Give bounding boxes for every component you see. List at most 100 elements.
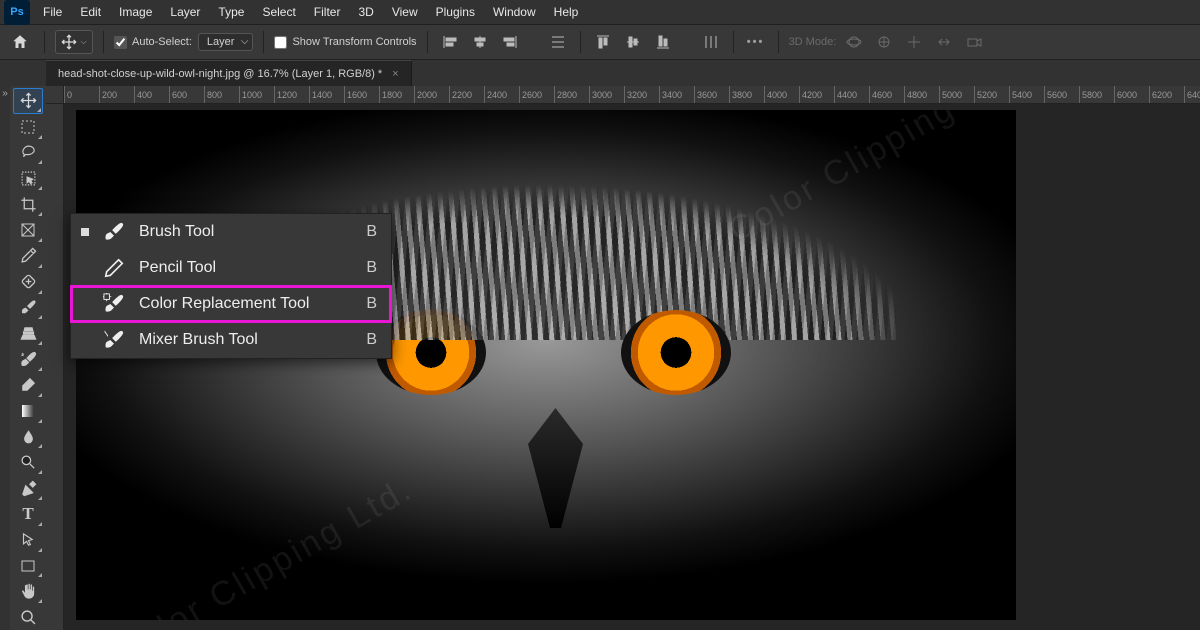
3d-pan-icon[interactable] bbox=[902, 31, 926, 53]
ruler-tick: 3600 bbox=[694, 86, 729, 103]
3d-roll-icon[interactable] bbox=[872, 31, 896, 53]
ruler-tick: 2400 bbox=[484, 86, 519, 103]
flyout-color-replacement-tool[interactable]: Color Replacement Tool B bbox=[71, 286, 391, 322]
marquee-tool[interactable] bbox=[13, 114, 43, 140]
show-transform-checkbox[interactable]: Show Transform Controls bbox=[274, 36, 416, 49]
history-brush-tool[interactable] bbox=[13, 346, 43, 372]
brush-tool[interactable] bbox=[13, 295, 43, 321]
3d-slide-icon[interactable] bbox=[932, 31, 956, 53]
flyout-item-shortcut: B bbox=[366, 331, 377, 349]
tool-preset-button[interactable]: ⌵ bbox=[55, 30, 93, 54]
ruler-tick: 4200 bbox=[799, 86, 834, 103]
ruler-tick: 3200 bbox=[624, 86, 659, 103]
brush-icon bbox=[101, 221, 127, 243]
menu-help[interactable]: Help bbox=[545, 0, 588, 25]
ruler-tick: 400 bbox=[134, 86, 169, 103]
clone-stamp-tool[interactable] bbox=[13, 320, 43, 346]
blur-tool[interactable] bbox=[13, 424, 43, 450]
current-tool-indicator bbox=[81, 264, 89, 272]
spot-healing-tool[interactable] bbox=[13, 269, 43, 295]
document-tab-title: head-shot-close-up-wild-owl-night.jpg @ … bbox=[58, 68, 382, 80]
show-transform-label: Show Transform Controls bbox=[292, 36, 416, 48]
menu-select[interactable]: Select bbox=[253, 0, 304, 25]
ruler-tick: 2000 bbox=[414, 86, 449, 103]
tools-panel: T bbox=[10, 86, 46, 630]
divider bbox=[103, 31, 104, 53]
crop-tool[interactable] bbox=[13, 191, 43, 217]
ruler-tick: 5400 bbox=[1009, 86, 1044, 103]
document-tab[interactable]: head-shot-close-up-wild-owl-night.jpg @ … bbox=[46, 60, 412, 86]
move-tool[interactable] bbox=[13, 88, 43, 114]
align-vcenter-icon[interactable] bbox=[621, 31, 645, 53]
distribute-icon[interactable] bbox=[546, 31, 570, 53]
current-tool-indicator bbox=[81, 300, 89, 308]
path-selection-tool[interactable] bbox=[13, 527, 43, 553]
align-bottom-icon[interactable] bbox=[651, 31, 675, 53]
eraser-tool[interactable] bbox=[13, 372, 43, 398]
menu-plugins[interactable]: Plugins bbox=[427, 0, 484, 25]
ruler-tick: 5000 bbox=[939, 86, 974, 103]
menu-view[interactable]: View bbox=[383, 0, 427, 25]
current-tool-indicator bbox=[81, 336, 89, 344]
menu-type[interactable]: Type bbox=[209, 0, 253, 25]
frame-tool[interactable] bbox=[13, 217, 43, 243]
eyedropper-tool[interactable] bbox=[13, 243, 43, 269]
auto-select-target[interactable]: Layer bbox=[198, 33, 254, 51]
flyout-pencil-tool[interactable]: Pencil Tool B bbox=[71, 250, 391, 286]
ruler-tick: 5200 bbox=[974, 86, 1009, 103]
gradient-tool[interactable] bbox=[13, 398, 43, 424]
3d-mode-label: 3D Mode: bbox=[789, 36, 837, 48]
home-button[interactable] bbox=[6, 30, 34, 54]
ruler-corner bbox=[46, 86, 64, 104]
zoom-tool[interactable] bbox=[13, 604, 43, 630]
menu-3d[interactable]: 3D bbox=[349, 0, 382, 25]
dodge-tool[interactable] bbox=[13, 449, 43, 475]
divider bbox=[733, 31, 734, 53]
distribute-v-icon[interactable] bbox=[699, 31, 723, 53]
ruler-tick: 1800 bbox=[379, 86, 414, 103]
lasso-tool[interactable] bbox=[13, 140, 43, 166]
more-options-icon[interactable]: ••• bbox=[744, 31, 768, 53]
menu-layer[interactable]: Layer bbox=[161, 0, 209, 25]
vertical-ruler[interactable] bbox=[46, 104, 64, 630]
document-canvas[interactable]: Color Clipping Ltd. Color Clipping Ltd. bbox=[76, 110, 1016, 620]
ruler-tick: 200 bbox=[99, 86, 134, 103]
ruler-tick: 4600 bbox=[869, 86, 904, 103]
flyout-item-label: Color Replacement Tool bbox=[139, 295, 354, 313]
menu-image[interactable]: Image bbox=[110, 0, 161, 25]
close-tab-icon[interactable]: × bbox=[392, 68, 398, 80]
ruler-tick: 0 bbox=[64, 86, 99, 103]
align-hcenter-icon[interactable] bbox=[468, 31, 492, 53]
type-tool[interactable]: T bbox=[13, 501, 43, 527]
align-right-icon[interactable] bbox=[498, 31, 522, 53]
flyout-mixer-brush-tool[interactable]: Mixer Brush Tool B bbox=[71, 322, 391, 358]
flyout-item-shortcut: B bbox=[366, 295, 377, 313]
align-left-icon[interactable] bbox=[438, 31, 462, 53]
flyout-item-label: Brush Tool bbox=[139, 223, 354, 241]
object-selection-tool[interactable] bbox=[13, 165, 43, 191]
align-top-icon[interactable] bbox=[591, 31, 615, 53]
hand-tool[interactable] bbox=[13, 578, 43, 604]
mixer-brush-icon bbox=[101, 329, 127, 351]
flyout-item-shortcut: B bbox=[366, 259, 377, 277]
menu-filter[interactable]: Filter bbox=[305, 0, 350, 25]
menu-file[interactable]: File bbox=[34, 0, 71, 25]
divider bbox=[580, 31, 581, 53]
pen-tool[interactable] bbox=[13, 475, 43, 501]
3d-orbit-icon[interactable] bbox=[842, 31, 866, 53]
rectangle-tool[interactable] bbox=[13, 553, 43, 579]
ruler-tick: 1000 bbox=[239, 86, 274, 103]
ruler-tick: 2800 bbox=[554, 86, 589, 103]
flyout-item-label: Mixer Brush Tool bbox=[139, 331, 354, 349]
brush-tool-flyout: Brush Tool B Pencil Tool B Color Replace… bbox=[70, 213, 392, 359]
ruler-tick: 3400 bbox=[659, 86, 694, 103]
flyout-brush-tool[interactable]: Brush Tool B bbox=[71, 214, 391, 250]
expand-panels-icon[interactable]: » bbox=[0, 86, 10, 630]
menu-edit[interactable]: Edit bbox=[71, 0, 110, 25]
horizontal-ruler[interactable]: 0200400600800100012001400160018002000220… bbox=[64, 86, 1200, 104]
auto-select-checkbox[interactable]: Auto-Select: bbox=[114, 36, 192, 49]
color-replacement-icon bbox=[101, 293, 127, 315]
ruler-tick: 3000 bbox=[589, 86, 624, 103]
menu-window[interactable]: Window bbox=[484, 0, 545, 25]
3d-camera-icon[interactable] bbox=[962, 31, 986, 53]
